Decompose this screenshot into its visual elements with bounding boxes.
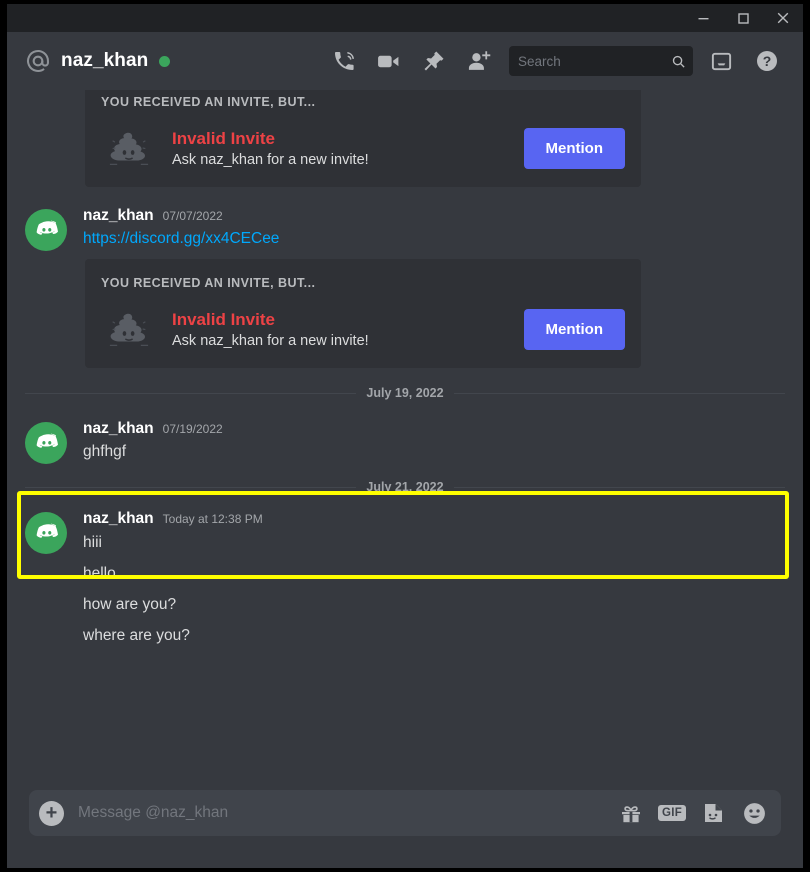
divider-line <box>25 486 357 488</box>
dm-user-name: naz_khan <box>61 50 149 71</box>
invalid-invite-subtitle: Ask naz_khan for a new invite! <box>172 332 369 349</box>
emoji-icon[interactable] <box>741 800 767 826</box>
message-header: naz_khan 07/19/2022 <box>83 420 785 438</box>
minimize-button[interactable] <box>683 4 723 32</box>
message-author[interactable]: naz_khan <box>83 510 154 528</box>
composer-bar: + GIF <box>29 790 781 836</box>
divider-label: July 19, 2022 <box>366 386 444 400</box>
message-text: how are you? <box>83 596 177 613</box>
message-text: hello <box>83 565 116 582</box>
message-header: naz_khan 07/07/2022 <box>83 207 785 225</box>
title-bar <box>7 4 803 32</box>
invalid-invite-title: Invalid Invite <box>172 129 275 149</box>
message-list: YOU RECEIVED AN INVITE, BUT... Invalid I… <box>7 90 803 786</box>
pinned-messages-icon[interactable] <box>420 49 447 74</box>
message-timestamp: 07/19/2022 <box>162 422 223 436</box>
message-body: naz_khan Today at 12:38 PM hiii hello ho… <box>67 510 785 647</box>
embed-title: YOU RECEIVED AN INVITE, BUT... <box>101 95 316 109</box>
divider-line <box>453 486 785 488</box>
sticker-icon[interactable] <box>700 800 726 826</box>
embed-body: Invalid Invite Ask naz_khan for a new in… <box>101 306 625 352</box>
embed-info: Invalid Invite Ask naz_khan for a new in… <box>157 128 512 167</box>
divider-line <box>453 392 785 394</box>
inbox-icon[interactable] <box>708 49 735 74</box>
message-header: naz_khan Today at 12:38 PM <box>83 510 785 528</box>
message-timestamp: Today at 12:38 PM <box>162 512 263 526</box>
message-input[interactable] <box>64 804 603 822</box>
message-composer: + GIF <box>7 786 803 868</box>
mention-button[interactable]: Mention <box>523 127 625 169</box>
date-divider: July 21, 2022 <box>25 480 785 494</box>
message-body: naz_khan 07/07/2022 https://discord.gg/x… <box>67 207 785 251</box>
discord-window: naz_khan Search ? YOU RECEIVED AN INVITE… <box>7 4 803 868</box>
svg-text:?: ? <box>762 53 771 69</box>
date-divider: July 19, 2022 <box>25 386 785 400</box>
poop-emoji-icon <box>101 125 157 171</box>
gift-icon[interactable] <box>618 800 644 826</box>
help-icon[interactable]: ? <box>753 49 780 74</box>
message-body: naz_khan 07/19/2022 ghfhgf <box>67 420 785 464</box>
avatar[interactable] <box>25 209 67 251</box>
invalid-invite-title: Invalid Invite <box>172 310 275 330</box>
divider-line <box>25 392 357 394</box>
message-row: naz_khan 07/07/2022 https://discord.gg/x… <box>25 205 785 251</box>
message-timestamp: 07/07/2022 <box>162 209 223 223</box>
call-icon[interactable] <box>330 49 357 74</box>
divider-label: July 21, 2022 <box>366 480 444 494</box>
message-author[interactable]: naz_khan <box>83 420 154 438</box>
message-text: hiii <box>83 534 102 551</box>
avatar[interactable] <box>25 512 67 554</box>
online-status-icon <box>159 55 171 67</box>
embed-body: Invalid Invite Ask naz_khan for a new in… <box>101 125 625 171</box>
message-group: naz_khan Today at 12:38 PM hiii hello ho… <box>7 502 803 647</box>
add-attachment-icon[interactable]: + <box>39 800 64 826</box>
video-call-icon[interactable] <box>375 49 402 74</box>
embed-info: Invalid Invite Ask naz_khan for a new in… <box>157 309 512 348</box>
invite-embed: YOU RECEIVED AN INVITE, BUT... Invalid I… <box>85 90 641 187</box>
message-group-highlighted: naz_khan 07/19/2022 ghfhgf <box>7 408 803 464</box>
mention-button[interactable]: Mention <box>523 308 625 350</box>
message-row: naz_khan Today at 12:38 PM hiii hello ho… <box>25 508 785 647</box>
message-row: naz_khan 07/19/2022 ghfhgf <box>25 418 785 464</box>
invite-link[interactable]: https://discord.gg/xx4CECee <box>83 228 785 250</box>
search-icon <box>671 54 686 69</box>
poop-emoji-icon <box>101 306 157 352</box>
message-group: naz_khan 07/07/2022 https://discord.gg/x… <box>7 205 803 251</box>
gif-label: GIF <box>657 805 687 821</box>
invite-embed: YOU RECEIVED AN INVITE, BUT... Invalid I… <box>85 259 641 368</box>
message-text: where are you? <box>83 627 190 644</box>
close-button[interactable] <box>763 4 803 32</box>
gif-icon[interactable]: GIF <box>657 800 687 826</box>
search-box[interactable]: Search <box>509 46 693 76</box>
message-text: ghfhgf <box>83 443 127 460</box>
at-sign-icon <box>25 48 51 74</box>
invalid-invite-subtitle: Ask naz_khan for a new invite! <box>172 151 369 168</box>
embed-title: YOU RECEIVED AN INVITE, BUT... <box>101 276 316 290</box>
message-author[interactable]: naz_khan <box>83 207 154 225</box>
maximize-button[interactable] <box>723 4 763 32</box>
channel-header: naz_khan Search ? <box>7 32 803 90</box>
avatar[interactable] <box>25 422 67 464</box>
search-placeholder: Search <box>518 53 561 69</box>
add-friend-icon[interactable] <box>465 49 492 74</box>
